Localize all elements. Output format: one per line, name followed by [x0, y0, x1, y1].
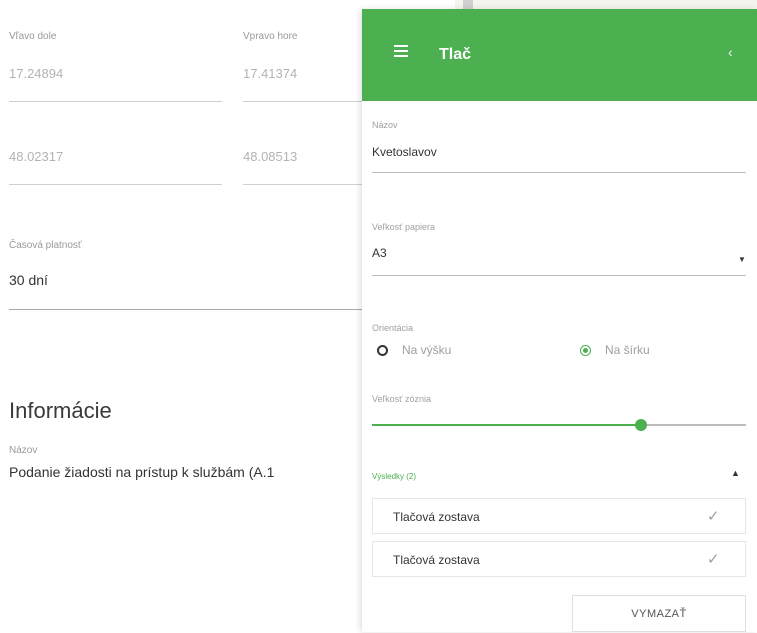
field-underline: [372, 275, 746, 276]
dropdown-arrow-icon[interactable]: ▼: [738, 255, 746, 264]
field-underline: [9, 309, 369, 310]
print-name-label: Názov: [372, 120, 398, 130]
field-underline: [9, 101, 222, 102]
scale-slider[interactable]: [372, 419, 746, 431]
check-icon: ✓: [707, 508, 720, 525]
top-right-label: Vpravo hore: [243, 31, 298, 42]
bottom-left-y-value[interactable]: 48.02317: [9, 149, 63, 164]
radio-landscape[interactable]: [580, 345, 591, 356]
orientation-label: Orientácia: [372, 323, 414, 333]
info-form: Vľavo dole Vpravo hore 17.24894 17.41374…: [0, 0, 380, 632]
check-icon: ✓: [707, 551, 720, 568]
validity-select[interactable]: 30 dní: [9, 272, 48, 288]
map-feature: [463, 0, 473, 9]
top-right-x-value[interactable]: 17.41374: [243, 66, 297, 81]
slider-fill: [372, 424, 642, 426]
field-underline: [9, 184, 222, 185]
bottom-left-label: Vľavo dole: [9, 31, 57, 42]
info-heading: Informácie: [9, 398, 112, 423]
chevron-left-icon[interactable]: ‹: [728, 44, 733, 60]
clear-button[interactable]: VYMAZAŤ: [572, 595, 746, 632]
field-underline: [243, 184, 363, 185]
menu-icon[interactable]: [394, 45, 410, 59]
paper-size-select[interactable]: A3: [372, 246, 387, 260]
print-name-input[interactable]: Kvetoslavov: [372, 145, 437, 159]
name-value: Podanie žiadosti na prístup k službám (A…: [9, 464, 275, 480]
collapse-icon[interactable]: ▲: [731, 468, 740, 478]
print-panel: Tlač ‹ Názov Kvetoslavov Veľkosť papiera…: [362, 9, 757, 632]
top-right-y-value[interactable]: 48.08513: [243, 149, 297, 164]
portrait-label[interactable]: Na výšku: [402, 343, 451, 357]
results-label[interactable]: Výsledky (2): [372, 472, 416, 481]
field-underline: [372, 172, 746, 173]
field-underline: [243, 101, 363, 102]
panel-title: Tlač: [439, 46, 472, 63]
result-item-label: Tlačová zostava: [393, 553, 480, 567]
result-item-label: Tlačová zostava: [393, 510, 480, 524]
bottom-left-x-value[interactable]: 17.24894: [9, 66, 63, 81]
landscape-label[interactable]: Na šírku: [605, 343, 650, 357]
scale-label: Veľkosť zóznia: [372, 394, 432, 404]
slider-knob[interactable]: [635, 419, 648, 431]
validity-label: Časová platnosť: [9, 240, 82, 251]
name-label: Názov: [9, 445, 38, 456]
radio-portrait[interactable]: [377, 345, 388, 356]
map-view[interactable]: [455, 0, 757, 10]
paper-size-label: Veľkosť papiera: [372, 222, 436, 232]
result-item[interactable]: Tlačová zostava ✓: [372, 498, 746, 534]
result-item[interactable]: Tlačová zostava ✓: [372, 541, 746, 577]
panel-header: Tlač ‹: [362, 9, 757, 101]
